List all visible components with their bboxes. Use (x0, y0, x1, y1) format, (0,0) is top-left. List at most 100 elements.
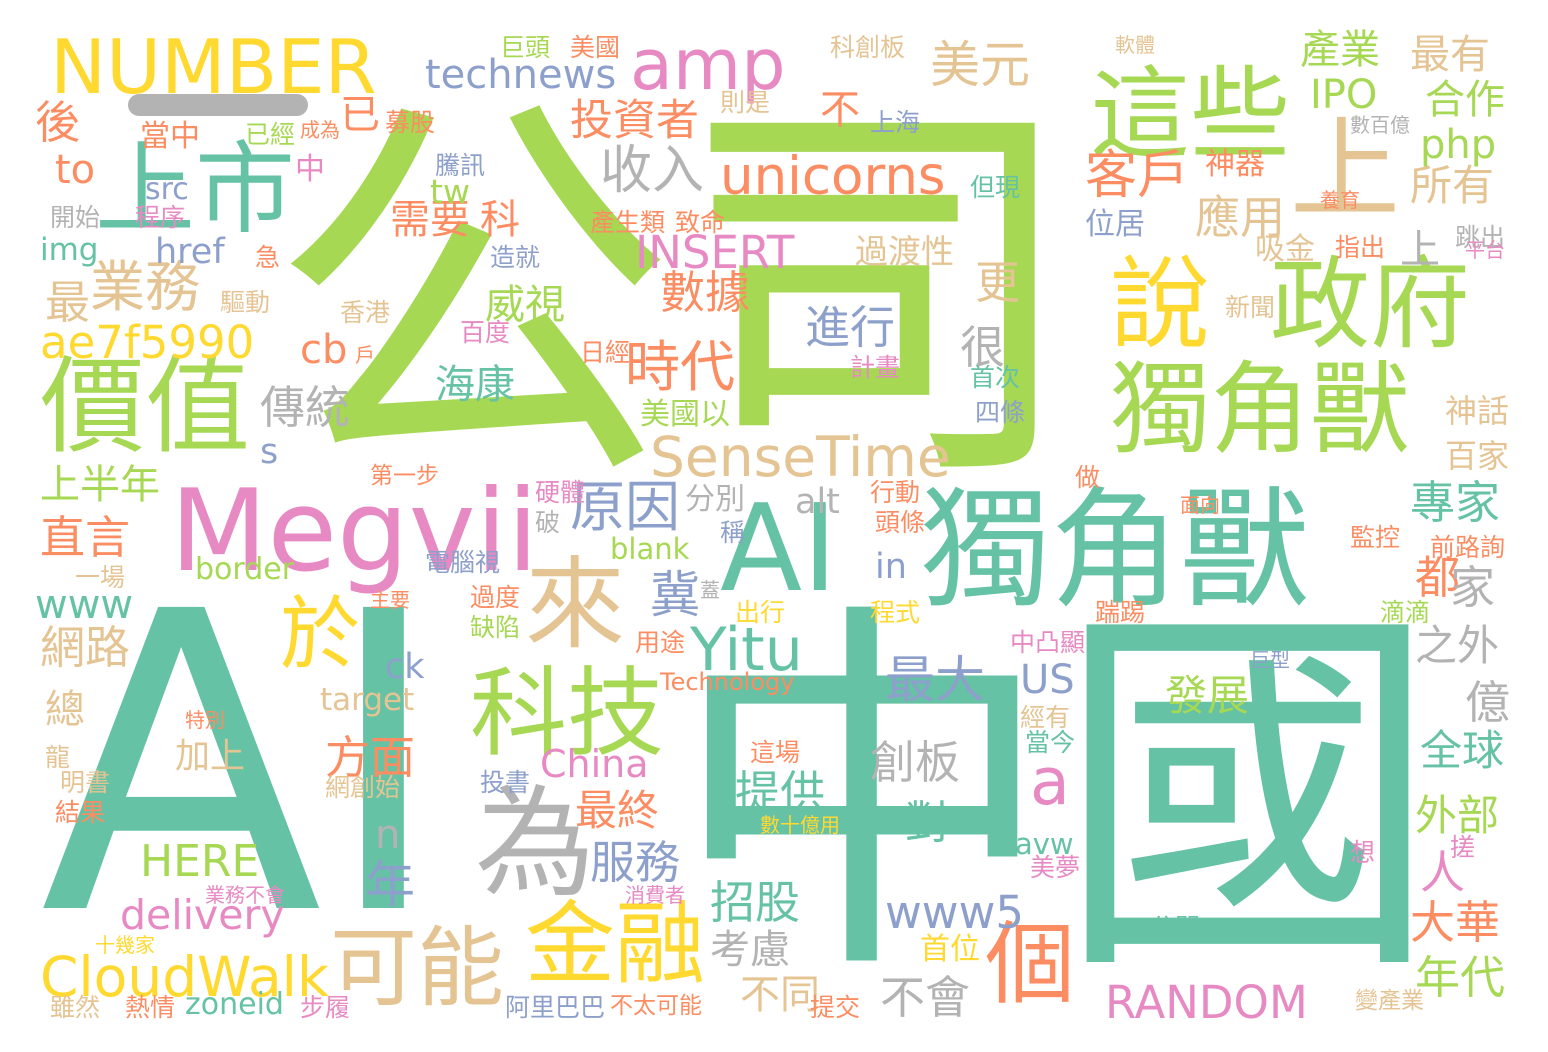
word: blank (610, 532, 690, 566)
word: 這場 (750, 738, 801, 767)
word: 造就 (490, 243, 541, 272)
word: www5 (885, 886, 1025, 939)
word: Technology (660, 668, 795, 696)
word: 騰訊 (435, 151, 486, 180)
word: 當今 (1025, 728, 1076, 757)
word: 科創板 (830, 33, 906, 62)
word: 專家 (1410, 476, 1501, 529)
word: 香港 (340, 298, 391, 327)
word: 網路 (40, 621, 131, 674)
word: China (540, 742, 649, 786)
word: 美元 (930, 36, 1030, 94)
word: 產生類 (590, 208, 666, 237)
word: 年代 (1415, 951, 1506, 1004)
word: php (1420, 122, 1497, 168)
word: 分別 (685, 482, 745, 517)
word: 年 (365, 856, 415, 914)
word: 步履 (300, 993, 351, 1022)
word: 中 (295, 152, 325, 187)
word: 做 (1075, 463, 1101, 492)
word: 龍 (45, 743, 71, 772)
word: 冀 (650, 566, 700, 624)
word: 急 (255, 243, 281, 272)
word: 發展 (1165, 671, 1250, 720)
word: 海康 (435, 362, 515, 408)
word: 神器 (1205, 147, 1265, 182)
word: 上市 (95, 131, 295, 248)
word: 不 (820, 87, 860, 133)
word: 特別 (185, 708, 225, 732)
word: 全球 (1420, 726, 1505, 775)
word: cb (300, 327, 348, 373)
word: 程序 (135, 203, 186, 232)
word: 數百億 (1350, 113, 1410, 137)
word: 稱 (720, 518, 746, 547)
word: 巨頭 (500, 33, 551, 62)
word: 上 (1400, 227, 1440, 273)
word: 上海 (870, 108, 921, 137)
word: 對 (905, 796, 951, 849)
word: 當中 (140, 119, 200, 154)
word: 首次 (970, 363, 1021, 392)
word: in (875, 547, 907, 587)
word: 但現 (970, 173, 1021, 202)
word: 頭條 (875, 508, 926, 537)
word: 十幾家 (95, 933, 155, 957)
word: 百家 (1445, 437, 1510, 475)
word: 收入 (600, 141, 705, 201)
word: 養育 (1320, 188, 1360, 212)
word: 提供 (735, 766, 826, 819)
word: 直言 (40, 511, 131, 564)
word: 成為 (300, 118, 340, 142)
word: 大華 (1410, 896, 1501, 949)
word: 最有 (1410, 32, 1490, 78)
word: 過度 (470, 583, 521, 612)
word: 軟體 (1115, 33, 1155, 57)
word: 之外 (1415, 621, 1500, 670)
word: 說 (1110, 246, 1210, 363)
word: 用途 (635, 628, 686, 657)
word: alt (795, 482, 840, 522)
word: 監控 (1350, 523, 1401, 552)
word: 不同 (740, 972, 820, 1018)
word: 新聞 (1225, 293, 1276, 322)
word: 獨角獸 (920, 474, 1311, 626)
word: 最終 (575, 786, 660, 835)
word: 科 (480, 197, 520, 243)
word: ck (385, 647, 425, 687)
word: 加上 (175, 737, 246, 777)
word: 進行 (805, 301, 896, 354)
word: 金融 (525, 892, 705, 997)
word: 合作 (1425, 77, 1505, 123)
word: 不太可能 (610, 993, 702, 1019)
word: 來 (525, 546, 625, 663)
word: 已經 (245, 120, 296, 149)
word: 過渡性 (855, 232, 954, 271)
word: 數十億用 (760, 813, 840, 837)
word: 家 (1450, 561, 1496, 614)
word: 硬體 (535, 478, 586, 507)
word: border (195, 552, 295, 587)
word: 搓 (1450, 833, 1476, 862)
word: 程式 (870, 598, 921, 627)
word: 滴滴 (1380, 598, 1431, 627)
word: 募股 (385, 108, 436, 137)
word: 經有 (1020, 703, 1071, 732)
word: href (155, 232, 225, 272)
word: s (260, 432, 279, 472)
word: n (375, 812, 401, 858)
word: 驅動 (220, 288, 271, 317)
word: 總 (45, 687, 85, 733)
word: zoneid (185, 987, 284, 1022)
word: 巨型 (1250, 648, 1290, 672)
word: 首位 (920, 932, 980, 967)
word: 一場 (75, 563, 126, 592)
word: 產業 (1300, 27, 1380, 73)
word: 提交 (810, 993, 861, 1022)
word: 時代 (625, 335, 736, 399)
word: 電腦視 (425, 548, 501, 577)
word: 公開 (1150, 913, 1201, 942)
word: 想 (1350, 838, 1376, 867)
word: 主要 (370, 588, 410, 612)
word: NUMBER (50, 23, 377, 111)
